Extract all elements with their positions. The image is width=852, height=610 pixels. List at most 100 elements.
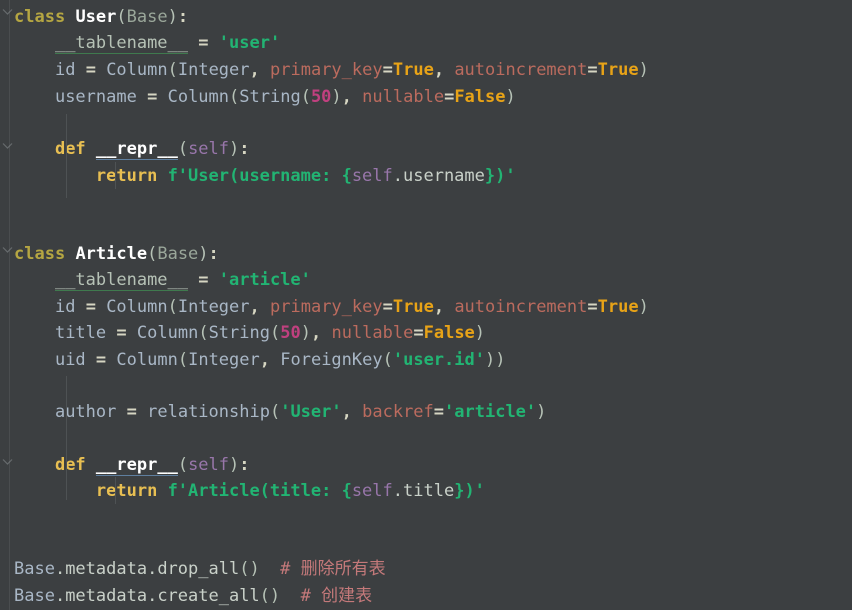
code-token: id xyxy=(54,60,76,80)
code-token: ( xyxy=(382,350,393,370)
code-token: ( xyxy=(269,402,281,422)
code-line[interactable]: Base.metadata.create_all() # 创建表 xyxy=(14,583,372,609)
code-token: )' xyxy=(464,481,485,501)
code-line[interactable]: title = Column(String(50), nullable=Fals… xyxy=(14,320,485,346)
code-token: True xyxy=(597,60,639,80)
code-token: ForeignKey xyxy=(280,350,383,370)
code-line[interactable]: uid = Column(Integer, ForeignKey('user.i… xyxy=(14,347,506,373)
code-token: primary_key xyxy=(270,60,383,80)
code-token: def xyxy=(54,455,86,475)
code-token: ( xyxy=(198,323,209,343)
code-token: .drop_all xyxy=(147,559,240,579)
code-token: = xyxy=(85,60,96,80)
code-token: 'user' xyxy=(218,33,281,53)
code-token: { xyxy=(341,166,352,186)
code-line[interactable]: def __repr__(self): xyxy=(14,452,250,478)
code-token: autoincrement xyxy=(454,297,588,317)
code-token: Integer xyxy=(188,350,260,370)
code-token: ) xyxy=(229,139,240,159)
code-line[interactable] xyxy=(14,505,24,531)
code-line[interactable] xyxy=(14,531,24,557)
code-token: , xyxy=(433,297,445,317)
code-line[interactable]: username = Column(String(50), nullable=F… xyxy=(14,84,516,110)
code-token: , xyxy=(259,350,270,370)
code-token: # xyxy=(300,586,322,606)
code-editor[interactable]: class User(Base): __tablename__ = 'user'… xyxy=(0,0,852,610)
code-line[interactable] xyxy=(14,110,24,136)
code-token: self xyxy=(188,455,230,475)
code-token: = xyxy=(198,33,209,53)
code-token: = xyxy=(198,270,209,290)
code-token: , xyxy=(341,87,352,107)
code-line[interactable] xyxy=(14,426,24,452)
code-line[interactable]: id = Column(Integer, primary_key=True, a… xyxy=(14,294,649,320)
code-line[interactable]: author = relationship('User', backref='a… xyxy=(14,399,546,425)
code-token: relationship xyxy=(147,402,270,422)
code-line[interactable]: id = Column(Integer, primary_key=True, a… xyxy=(14,57,649,83)
code-token: Column xyxy=(106,297,168,317)
code-line[interactable]: Base.metadata.drop_all() # 删除所有表 xyxy=(14,556,386,582)
code-token: )) xyxy=(484,350,506,370)
code-token: 'article' xyxy=(218,270,311,290)
code-token: () xyxy=(259,586,281,606)
code-token: .title xyxy=(392,481,455,501)
code-line[interactable]: return f'Article(title: {self.title})' xyxy=(14,478,485,504)
code-token: Integer xyxy=(177,297,250,317)
code-line[interactable]: def __repr__(self): xyxy=(14,136,250,162)
code-line[interactable] xyxy=(14,190,24,216)
code-token: } xyxy=(454,481,465,501)
code-line[interactable] xyxy=(14,216,24,242)
code-line[interactable]: class Article(Base): xyxy=(14,241,219,267)
code-token: uid xyxy=(54,350,86,370)
code-token: __repr__ xyxy=(95,139,178,160)
code-token: 创建表 xyxy=(321,586,373,606)
code-token: : xyxy=(239,455,250,475)
code-token: 50 xyxy=(310,87,332,107)
code-token: ( xyxy=(167,297,178,317)
code-token: { xyxy=(341,481,352,501)
code-line[interactable]: class User(Base): xyxy=(14,4,188,30)
indent-guide-article-return xyxy=(115,477,116,504)
code-surface[interactable]: class User(Base): __tablename__ = 'user'… xyxy=(0,0,852,610)
code-token: ) xyxy=(505,87,516,107)
code-token: () xyxy=(239,559,260,579)
code-token: False xyxy=(454,87,506,107)
code-token: True xyxy=(392,297,434,317)
code-line[interactable] xyxy=(14,373,24,399)
code-token: : xyxy=(177,7,189,27)
code-token: primary_key xyxy=(270,297,383,317)
code-token: def xyxy=(54,139,86,159)
code-token: Column xyxy=(136,323,199,343)
code-token: Integer xyxy=(177,60,250,80)
code-token: = xyxy=(382,60,393,80)
code-token: : xyxy=(208,244,219,264)
code-token: : xyxy=(239,139,250,159)
code-line[interactable]: __tablename__ = 'user' xyxy=(14,30,280,56)
code-token: Base xyxy=(157,244,199,264)
code-token: Base xyxy=(126,7,168,27)
code-line[interactable]: __tablename__ = 'article' xyxy=(14,267,311,293)
code-line[interactable]: return f'User(username: {self.username})… xyxy=(14,163,516,189)
code-token: Column xyxy=(116,350,178,370)
code-token: Article xyxy=(75,244,148,264)
code-token: , xyxy=(310,323,322,343)
